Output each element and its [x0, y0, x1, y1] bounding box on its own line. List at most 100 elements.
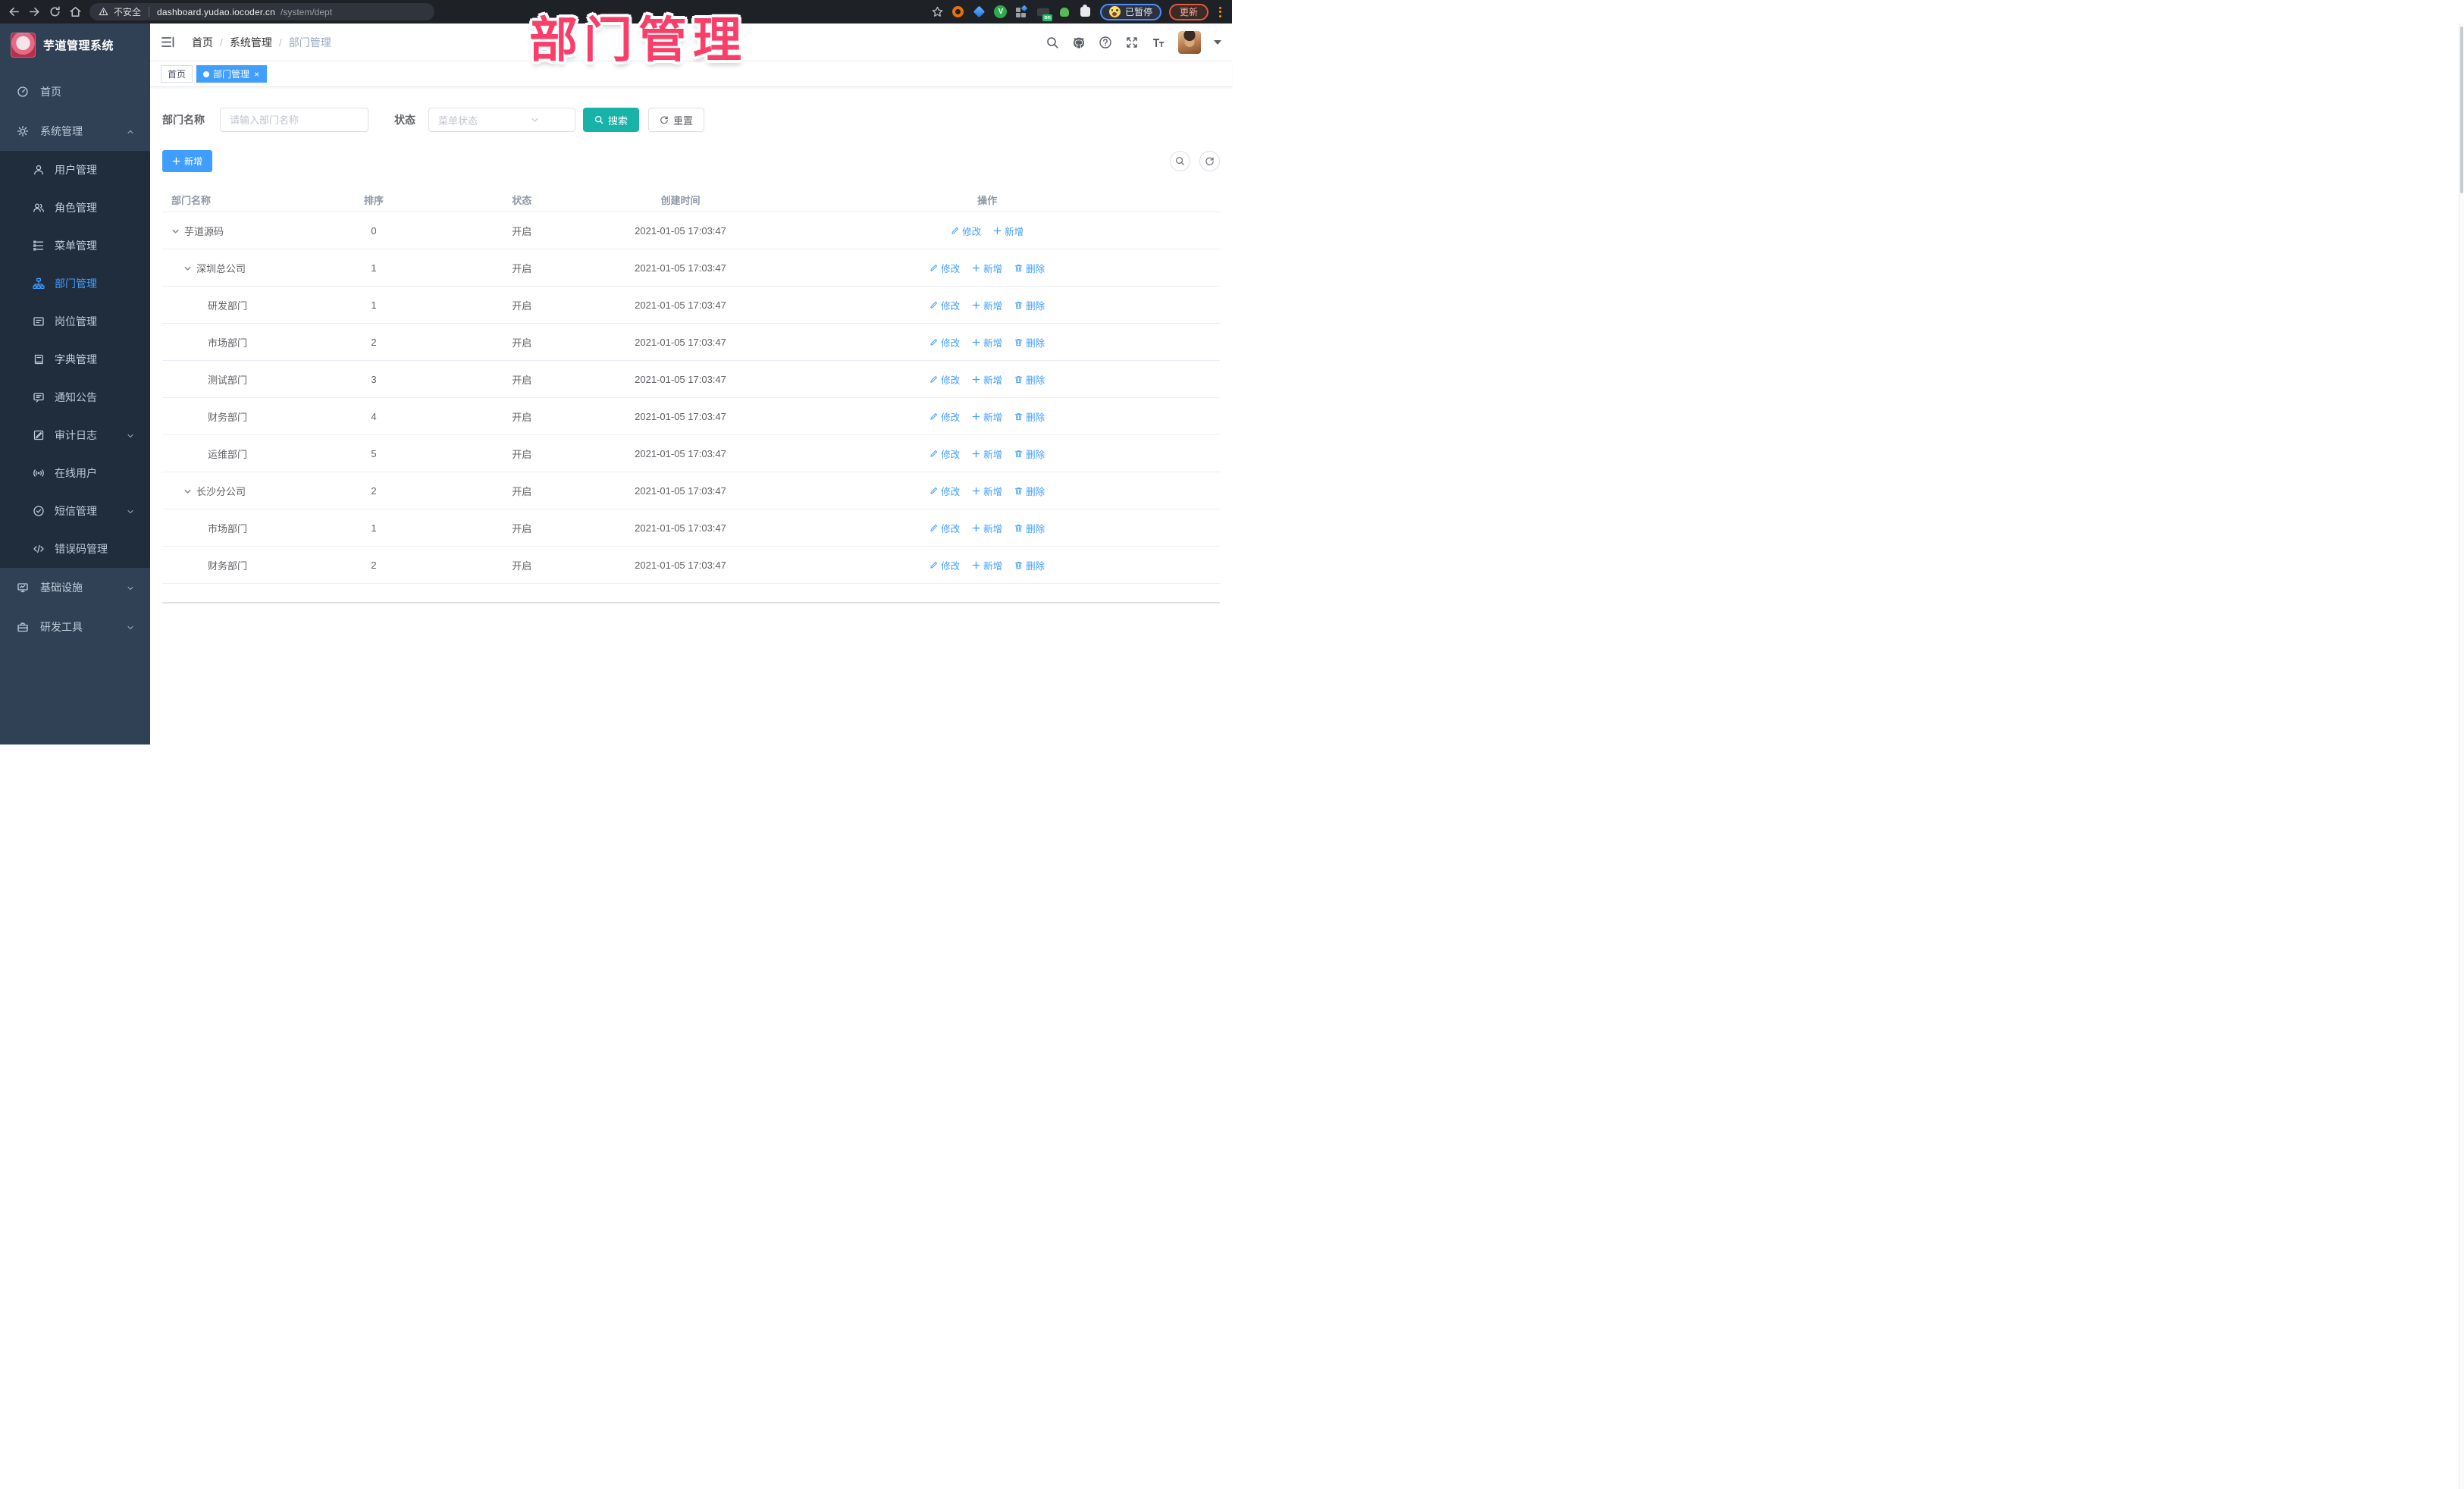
delete-link[interactable]: 删除: [1014, 484, 1045, 498]
tab-home[interactable]: 首页: [161, 65, 193, 83]
add-button[interactable]: 新增: [162, 150, 213, 172]
delete-link[interactable]: 删除: [1014, 261, 1045, 275]
sidebar-item-posts[interactable]: 岗位管理: [0, 303, 150, 340]
extension-orange-icon[interactable]: [951, 5, 965, 19]
edit-link[interactable]: 修改: [929, 298, 960, 312]
browser-update-button[interactable]: 更新: [1168, 3, 1208, 20]
extension-grid-icon[interactable]: [1015, 5, 1029, 19]
sidebar-item-users[interactable]: 用户管理: [0, 151, 150, 189]
app-logo-row[interactable]: 芋道管理系统: [0, 24, 150, 66]
sidebar-item-infrastructure[interactable]: 基础设施: [0, 568, 150, 607]
help-question-icon[interactable]: [1099, 36, 1112, 49]
extension-gem-icon[interactable]: [973, 5, 986, 19]
github-icon[interactable]: [1072, 36, 1086, 49]
fullscreen-icon[interactable]: [1125, 36, 1139, 49]
tab-dept-management[interactable]: 部门管理 ×: [196, 65, 268, 83]
sidebar-item-online-users[interactable]: 在线用户: [0, 454, 150, 492]
edit-link[interactable]: 修改: [929, 335, 960, 350]
delete-link[interactable]: 删除: [1014, 521, 1045, 535]
hamburger-icon[interactable]: [161, 35, 175, 49]
plus-icon: [972, 338, 980, 346]
add-child-link[interactable]: 新增: [972, 558, 1002, 572]
edit-link[interactable]: 修改: [929, 372, 960, 387]
system-submenu: 用户管理 角色管理 菜单管理 部门管理 岗位管理 字典管理 通知公告 审计日志 …: [0, 151, 150, 568]
status-select[interactable]: 菜单状态: [428, 108, 575, 132]
active-tab-dot: [203, 71, 210, 77]
sidebar-item-sms[interactable]: 短信管理: [0, 492, 150, 530]
add-child-link[interactable]: 新增: [993, 224, 1024, 238]
dept-name: 研发部门: [208, 299, 248, 312]
dept-sort: 2: [371, 559, 377, 571]
delete-link[interactable]: 删除: [1014, 298, 1045, 312]
tree-expand-icon[interactable]: [183, 264, 192, 272]
add-child-link[interactable]: 新增: [972, 298, 1002, 312]
sidebar-item-dev-tools[interactable]: 研发工具: [0, 607, 150, 647]
delete-link[interactable]: 删除: [1014, 447, 1045, 461]
edit-link[interactable]: 修改: [929, 447, 960, 461]
edit-link[interactable]: 修改: [929, 558, 960, 572]
extension-green-check-icon[interactable]: V: [994, 5, 1008, 19]
scrollbar-thumb[interactable]: [2460, 27, 2463, 193]
add-child-link[interactable]: 新增: [972, 261, 1002, 275]
dept-sort: 3: [371, 373, 377, 385]
edit-link[interactable]: 修改: [929, 261, 960, 275]
add-child-link[interactable]: 新增: [972, 335, 1002, 350]
edit-link[interactable]: 修改: [929, 484, 960, 498]
table-bottom-divider: [162, 602, 1220, 603]
browser-menu-kebab-icon[interactable]: [1216, 5, 1224, 19]
avatar-caret-down-icon[interactable]: [1214, 39, 1221, 45]
status-select-placeholder: 菜单状态: [438, 114, 478, 127]
header-search-icon[interactable]: [1045, 36, 1059, 49]
delete-link[interactable]: 删除: [1014, 558, 1045, 572]
browser-reload-icon[interactable]: [49, 5, 61, 18]
tab-label: 首页: [168, 69, 187, 80]
search-form: 部门名称 状态 菜单状态 搜索 重置: [162, 108, 1220, 132]
extension-puzzle-icon[interactable]: [1079, 5, 1092, 19]
extension-on-badge-icon[interactable]: on: [1036, 5, 1052, 21]
sidebar-item-system[interactable]: 系统管理: [0, 111, 150, 151]
add-child-link[interactable]: 新增: [972, 484, 1002, 498]
user-avatar[interactable]: [1178, 30, 1201, 54]
font-size-icon[interactable]: [1152, 36, 1165, 49]
extension-green-figure-icon[interactable]: [1058, 5, 1071, 19]
sidebar-item-departments[interactable]: 部门管理: [0, 265, 150, 303]
dept-sort: 4: [371, 410, 377, 422]
edit-link[interactable]: 修改: [929, 521, 960, 535]
reset-button[interactable]: 重置: [648, 108, 705, 132]
bookmark-star-icon[interactable]: [931, 5, 944, 18]
dept-name-input[interactable]: [220, 108, 368, 132]
browser-forward-icon[interactable]: [28, 5, 41, 18]
breadcrumb-system[interactable]: 系统管理: [230, 35, 272, 50]
dept-status: 开启: [512, 225, 532, 237]
refresh-table-button[interactable]: [1199, 151, 1220, 171]
sidebar-item-notice[interactable]: 通知公告: [0, 378, 150, 416]
tree-expand-icon[interactable]: [171, 227, 180, 235]
sidebar-item-label: 通知公告: [55, 391, 97, 403]
address-bar[interactable]: 不安全 dashboard.yudao.iocoder.cn/system/de…: [89, 3, 434, 20]
edit-link[interactable]: 修改: [951, 224, 981, 238]
sidebar-item-roles[interactable]: 角色管理: [0, 189, 150, 227]
page-scrollbar[interactable]: [2459, 24, 2464, 1489]
delete-link[interactable]: 删除: [1014, 335, 1045, 350]
browser-home-icon[interactable]: [69, 5, 82, 18]
add-child-link[interactable]: 新增: [972, 372, 1002, 387]
breadcrumb-home[interactable]: 首页: [192, 35, 213, 50]
add-child-link[interactable]: 新增: [972, 447, 1002, 461]
tree-expand-icon[interactable]: [183, 487, 192, 495]
edit-link[interactable]: 修改: [929, 409, 960, 424]
add-child-link[interactable]: 新增: [972, 521, 1002, 535]
browser-back-icon[interactable]: [8, 5, 20, 18]
delete-link[interactable]: 删除: [1014, 372, 1045, 387]
add-child-link[interactable]: 新增: [972, 409, 1002, 424]
sidebar-item-error-codes[interactable]: 错误码管理: [0, 530, 150, 568]
delete-link[interactable]: 删除: [1014, 409, 1045, 424]
toggle-search-button[interactable]: [1170, 151, 1190, 171]
sidebar-item-dashboard[interactable]: 首页: [0, 72, 150, 111]
sidebar-item-audit-log[interactable]: 审计日志: [0, 416, 150, 454]
browser-profile-paused-pill[interactable]: 已暂停: [1099, 3, 1161, 20]
tab-close-icon[interactable]: ×: [253, 70, 260, 79]
sidebar-item-label: 审计日志: [55, 429, 97, 441]
search-button[interactable]: 搜索: [583, 108, 640, 132]
sidebar-item-menus[interactable]: 菜单管理: [0, 227, 150, 265]
sidebar-item-dict[interactable]: 字典管理: [0, 340, 150, 378]
